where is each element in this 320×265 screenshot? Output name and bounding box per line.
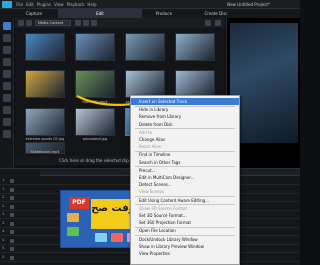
context-menu-item[interactable]: Edit Using Content Aware Editing... [131, 197, 239, 204]
fx-room-icon[interactable] [3, 34, 11, 42]
mode-bar: Capture Edit Produce Create Disc [0, 9, 300, 18]
title-room-icon[interactable] [3, 70, 11, 78]
context-menu-item[interactable]: Change Alias [131, 136, 239, 143]
video-track-icon [10, 247, 14, 251]
track-number: 2. [2, 203, 6, 208]
track-number: 1. [2, 186, 6, 191]
audio-track-icon [10, 255, 14, 260]
context-menu-item[interactable]: Insert on Selected Track [131, 98, 239, 105]
view-mode-icon[interactable] [205, 20, 211, 26]
audio-track-icon [10, 187, 14, 192]
context-menu-item[interactable]: Remove from Library [131, 113, 239, 120]
menu-edit[interactable]: Edit [26, 0, 34, 9]
chapter-room-icon[interactable] [3, 118, 11, 126]
dropdown-value: Media Content [38, 21, 64, 25]
context-menu-item[interactable]: Set 360 Projection Format [131, 219, 239, 226]
main-menu: File Edit Plugins View Playback Help [13, 2, 96, 7]
context-menu-item[interactable]: Search in Other Tags [131, 159, 239, 166]
library-toolbar: Media Content [15, 18, 225, 28]
menu-view[interactable]: View [54, 0, 64, 9]
library-item-label: Skateboard.mp4 [30, 150, 60, 154]
track-number: 5. [2, 246, 6, 250]
library-item-label: extreme sports 03.jpg [25, 137, 65, 141]
context-menu-item[interactable]: Hide in Library [131, 106, 239, 113]
library-item[interactable] [25, 108, 65, 136]
context-menu-item[interactable]: Show in Library Preview Window [131, 243, 239, 250]
import-icon[interactable] [18, 20, 24, 26]
context-menu: Insert on Selected Track Hide in Library R… [130, 95, 240, 265]
context-menu-item[interactable]: Edit in MultiCam Designer... [131, 174, 239, 181]
filter-video-icon[interactable] [75, 20, 81, 26]
track-number: 3. [2, 220, 6, 225]
video-track-icon [10, 196, 14, 200]
library-item[interactable] [175, 33, 215, 61]
context-menu-item[interactable]: Find in Timeline [131, 151, 239, 158]
media-filter-dropdown[interactable]: Media Content [35, 20, 71, 26]
track-number: 5. [2, 254, 6, 259]
audio-room-icon[interactable] [3, 94, 11, 102]
email-icon [67, 213, 79, 222]
context-menu-item[interactable]: Precut... [131, 167, 239, 174]
app-logo [2, 1, 12, 8]
tab-label: Capture [26, 11, 42, 16]
track-number: 1. [2, 178, 6, 182]
library-item[interactable] [75, 33, 115, 61]
audio-track-icon [10, 204, 14, 209]
filter-audio-icon[interactable] [91, 20, 97, 26]
context-menu-item: Reset Alias [139, 144, 161, 150]
library-item-label: pouroland.jpg [82, 137, 108, 141]
particle-room-icon[interactable] [3, 58, 11, 66]
media-room-icon[interactable] [3, 22, 11, 30]
tab-capture[interactable]: Capture [14, 9, 54, 18]
tab-create-disc[interactable]: Create Disc [186, 9, 246, 18]
transition-room-icon[interactable] [3, 82, 11, 90]
pdf-badge: PDF [69, 197, 89, 209]
context-menu-item: View Scenes [139, 189, 165, 195]
menu-help[interactable]: Help [87, 0, 96, 9]
context-menu-item: Show 3D Source Format [139, 205, 188, 211]
video-track-icon [10, 179, 14, 183]
library-item[interactable] [75, 108, 115, 136]
tab-edit[interactable]: Edit [58, 9, 142, 18]
track-number: 4. [2, 229, 6, 233]
library-item[interactable] [175, 70, 215, 98]
track-number: 2. [2, 195, 6, 199]
window-title: New Untitled Project* [227, 2, 270, 7]
title-bar: File Edit Plugins View Playback Help New Unti… [0, 0, 300, 9]
context-menu-item[interactable]: Delete from Disk [131, 121, 239, 128]
audio-track-icon [10, 238, 14, 243]
library-item[interactable] [125, 33, 165, 61]
menu-playback[interactable]: Playback [67, 0, 85, 9]
context-menu-item[interactable]: View Properties [131, 250, 239, 257]
sheet-icon [67, 227, 79, 236]
video-track-icon [10, 213, 14, 217]
context-menu-item[interactable]: Open File Location [131, 227, 239, 234]
room-sidebar [0, 18, 14, 168]
menu-plugins[interactable]: Plugins [37, 0, 51, 9]
cloud-icon [95, 233, 107, 242]
tab-label: Create Disc [204, 11, 228, 16]
context-menu-item: Add to [139, 129, 153, 135]
menu-file[interactable]: File [16, 0, 23, 9]
preview-screen[interactable] [230, 23, 298, 143]
tab-label: Edit [96, 11, 104, 16]
tab-label: Produce [155, 11, 173, 16]
library-item[interactable] [25, 33, 65, 61]
audio-track-icon [10, 221, 14, 226]
tab-produce[interactable]: Produce [142, 9, 186, 18]
voice-room-icon[interactable] [3, 106, 11, 114]
track-number: 4. [2, 237, 6, 242]
context-menu-item[interactable]: Detect Scenes... [131, 181, 239, 188]
track-number: 3. [2, 212, 6, 216]
plugin-icon[interactable] [26, 20, 32, 26]
library-item[interactable] [25, 70, 65, 98]
context-menu-item[interactable]: Set 3D Source Format... [131, 212, 239, 219]
context-menu-item[interactable]: Dock/Undock Library Window [131, 236, 239, 243]
search-icon[interactable] [215, 20, 221, 26]
chart-icon [111, 233, 123, 242]
subtitle-room-icon[interactable] [3, 130, 11, 138]
filter-image-icon[interactable] [83, 20, 89, 26]
pip-room-icon[interactable] [3, 46, 11, 54]
video-track-icon [10, 230, 14, 234]
